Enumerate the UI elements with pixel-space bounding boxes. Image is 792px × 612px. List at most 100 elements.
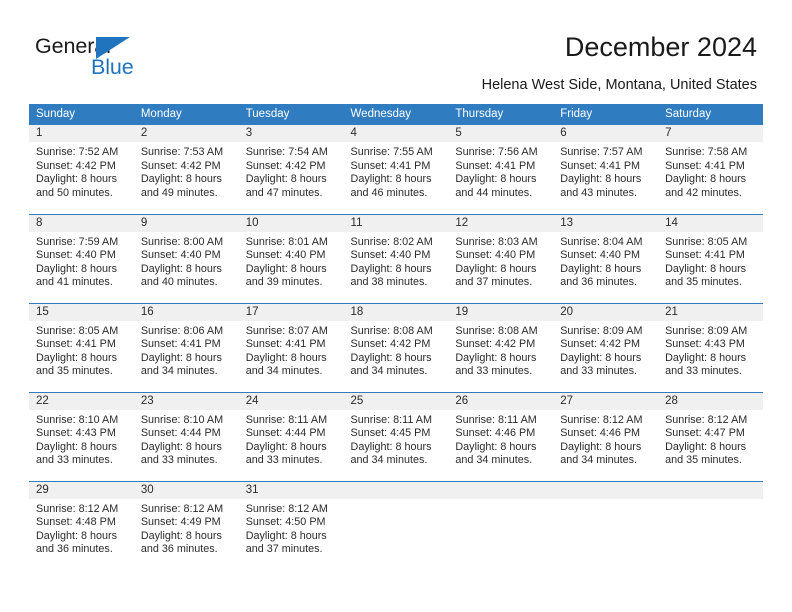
day-detail-line: Daylight: 8 hours (455, 351, 537, 364)
calendar-day-cell[interactable]: 16 Sunrise: 8:06 AM Sunset: 4:41 PM Dayligh… (133, 302, 239, 392)
day-detail-line: Sunrise: 8:12 AM (560, 413, 643, 426)
day-number: 16 (133, 303, 239, 321)
calendar-day-cell[interactable]: 13 Sunrise: 8:04 AM Sunset: 4:40 PM Dayligh… (553, 213, 659, 303)
day-detail-block: Sunrise: 8:12 AM Sunset: 4:47 PM Daylight:… (658, 410, 763, 468)
day-detail-line: Sunrise: 8:09 AM (665, 324, 748, 337)
day-detail-line: Sunrise: 7:57 AM (560, 146, 643, 158)
sunrise-sunset-calendar-table: Sunday Monday Tuesday Wednesday Thursday Frid… (29, 104, 763, 570)
calendar-day-cell[interactable]: 4 Sunrise: 7:55 AM Sunset: 4:41 PM Daylight… (343, 125, 449, 214)
day-detail-line: Daylight: 8 hours (350, 351, 432, 364)
calendar-day-cell[interactable]: 27 Sunrise: 8:12 AM Sunset: 4:46 PM Dayligh… (553, 391, 659, 481)
day-detail-block: Sunrise: 7:55 AM Sunset: 4:41 PM Daylight:… (344, 142, 449, 200)
calendar-day-cell[interactable]: 6 Sunrise: 7:57 AM Sunset: 4:41 PM Daylight… (553, 125, 659, 214)
day-detail-line: and 39 minutes. (245, 276, 323, 289)
calendar-day-cell[interactable]: 19 Sunrise: 8:08 AM Sunset: 4:42 PM Dayligh… (448, 302, 554, 392)
day-detail-line: and 34 minutes. (350, 454, 428, 467)
day-detail-line: Sunset: 4:41 PM (560, 159, 641, 172)
page-header: General Blue December 2024 Helena West S… (0, 0, 792, 104)
calendar-day-cell[interactable]: 30 Sunrise: 8:12 AM Sunset: 4:49 PM Dayligh… (133, 480, 239, 570)
day-detail-line: Sunrise: 8:12 AM (245, 502, 328, 515)
calendar-day-cell[interactable]: 22 Sunrise: 8:10 AM Sunset: 4:43 PM Dayligh… (29, 391, 134, 481)
day-detail-line: Sunset: 4:47 PM (665, 427, 745, 440)
calendar-week-row: 22 Sunrise: 8:10 AM Sunset: 4:43 PM Dayligh… (29, 391, 763, 481)
calendar-day-cell[interactable]: 29 Sunrise: 8:12 AM Sunset: 4:48 PM Dayligh… (29, 480, 134, 570)
calendar-day-cell[interactable]: 24 Sunrise: 8:11 AM Sunset: 4:44 PM Dayligh… (238, 391, 344, 481)
day-detail-line: Sunset: 4:42 PM (36, 159, 116, 172)
day-detail-line: Daylight: 8 hours (560, 440, 642, 453)
day-number: 19 (448, 303, 554, 321)
weekday-header-friday: Friday (553, 104, 659, 125)
day-detail-line: Sunset: 4:41 PM (245, 338, 326, 351)
day-detail-line: Sunset: 4:41 PM (665, 249, 745, 262)
day-detail-line: Sunrise: 8:08 AM (455, 324, 538, 337)
calendar-day-cell[interactable]: 21 Sunrise: 8:09 AM Sunset: 4:43 PM Dayligh… (658, 302, 763, 392)
day-detail-line: Sunset: 4:42 PM (245, 159, 326, 172)
day-detail-line: and 33 minutes. (455, 365, 533, 378)
weekday-header-wednesday: Wednesday (343, 104, 449, 125)
day-detail-line: Daylight: 8 hours (665, 262, 747, 275)
day-detail-line: and 35 minutes. (665, 454, 742, 467)
day-detail-line: and 35 minutes. (36, 365, 113, 378)
calendar-day-cell[interactable]: 10 Sunrise: 8:01 AM Sunset: 4:40 PM Dayligh… (238, 213, 344, 303)
calendar-day-cell[interactable]: 20 Sunrise: 8:09 AM Sunset: 4:42 PM Dayligh… (553, 302, 659, 392)
calendar-day-cell[interactable]: 3 Sunrise: 7:54 AM Sunset: 4:42 PM Daylight… (238, 125, 344, 214)
day-detail-line: Sunset: 4:40 PM (245, 249, 326, 262)
day-detail-block (344, 499, 449, 503)
day-detail-line: Daylight: 8 hours (455, 173, 537, 186)
day-number: 21 (658, 303, 763, 321)
weekday-header-monday: Monday (133, 104, 239, 125)
day-detail-line: Sunset: 4:45 PM (350, 427, 431, 440)
day-detail-line: Sunrise: 7:55 AM (350, 146, 433, 158)
calendar-day-cell[interactable]: 14 Sunrise: 8:05 AM Sunset: 4:41 PM Dayligh… (658, 213, 763, 303)
day-number: 3 (238, 125, 344, 142)
day-number: 20 (553, 303, 659, 321)
weekday-header-sunday: Sunday (29, 104, 134, 125)
calendar-day-cell[interactable]: 12 Sunrise: 8:03 AM Sunset: 4:40 PM Dayligh… (448, 213, 554, 303)
day-detail-line: and 47 minutes. (245, 186, 323, 199)
calendar-day-cell[interactable]: 8 Sunrise: 7:59 AM Sunset: 4:40 PM Daylight… (29, 213, 134, 303)
calendar-day-cell[interactable]: 25 Sunrise: 8:11 AM Sunset: 4:45 PM Dayligh… (343, 391, 449, 481)
day-detail-line: Sunset: 4:40 PM (560, 249, 641, 262)
brand-logo[interactable]: General Blue (35, 34, 255, 84)
day-detail-line: and 46 minutes. (350, 186, 428, 199)
day-detail-line: Daylight: 8 hours (245, 351, 327, 364)
day-detail-line: Sunrise: 8:01 AM (245, 235, 328, 248)
calendar-day-cell[interactable]: 23 Sunrise: 8:10 AM Sunset: 4:44 PM Dayligh… (133, 391, 239, 481)
calendar-body: 1 Sunrise: 7:52 AM Sunset: 4:42 PM Daylight… (29, 125, 763, 570)
day-detail-block: Sunrise: 8:02 AM Sunset: 4:40 PM Daylight:… (344, 232, 449, 290)
calendar-day-cell[interactable]: 1 Sunrise: 7:52 AM Sunset: 4:42 PM Daylight… (29, 125, 134, 214)
day-detail-block: Sunrise: 7:56 AM Sunset: 4:41 PM Daylight:… (448, 142, 553, 200)
day-number: 29 (29, 481, 134, 499)
day-detail-line: and 34 minutes. (350, 365, 428, 378)
day-detail-line: Daylight: 8 hours (455, 440, 537, 453)
page-title: December 2024 (564, 32, 757, 62)
day-detail-block: Sunrise: 7:54 AM Sunset: 4:42 PM Daylight:… (239, 142, 344, 200)
day-number: 24 (238, 392, 344, 410)
day-detail-line: Sunrise: 7:52 AM (36, 146, 119, 158)
calendar-day-cell[interactable]: 5 Sunrise: 7:56 AM Sunset: 4:41 PM Daylight… (448, 125, 554, 214)
day-detail-line: Sunset: 4:46 PM (560, 427, 641, 440)
day-detail-line: Sunrise: 8:08 AM (350, 324, 433, 337)
calendar-day-cell[interactable]: 17 Sunrise: 8:07 AM Sunset: 4:41 PM Dayligh… (238, 302, 344, 392)
day-detail-block: Sunrise: 8:10 AM Sunset: 4:43 PM Daylight:… (29, 410, 134, 468)
calendar-day-cell[interactable]: 2 Sunrise: 7:53 AM Sunset: 4:42 PM Daylight… (133, 125, 239, 214)
day-number: 25 (343, 392, 449, 410)
day-detail-block: Sunrise: 7:52 AM Sunset: 4:42 PM Daylight:… (29, 142, 134, 200)
calendar-day-cell[interactable]: 31 Sunrise: 8:12 AM Sunset: 4:50 PM Dayligh… (238, 480, 344, 570)
day-detail-line: and 42 minutes. (665, 186, 742, 199)
day-detail-line: Daylight: 8 hours (560, 351, 642, 364)
day-detail-line: and 34 minutes. (140, 365, 218, 378)
day-number: 26 (448, 392, 554, 410)
day-number: 17 (238, 303, 344, 321)
calendar-day-cell[interactable]: 26 Sunrise: 8:11 AM Sunset: 4:46 PM Dayligh… (448, 391, 554, 481)
calendar-day-cell[interactable]: 18 Sunrise: 8:08 AM Sunset: 4:42 PM Dayligh… (343, 302, 449, 392)
calendar-day-cell[interactable]: 9 Sunrise: 8:00 AM Sunset: 4:40 PM Daylight… (133, 213, 239, 303)
calendar-day-cell[interactable]: 7 Sunrise: 7:58 AM Sunset: 4:41 PM Daylight… (658, 125, 763, 214)
calendar-day-cell[interactable]: 11 Sunrise: 8:02 AM Sunset: 4:40 PM Dayligh… (343, 213, 449, 303)
calendar-day-cell[interactable]: 28 Sunrise: 8:12 AM Sunset: 4:47 PM Dayligh… (658, 391, 763, 481)
calendar-day-cell[interactable]: 15 Sunrise: 8:05 AM Sunset: 4:41 PM Dayligh… (29, 302, 134, 392)
day-detail-line: and 33 minutes. (140, 454, 218, 467)
brand-name-blue: Blue (91, 55, 134, 79)
day-detail-line: Daylight: 8 hours (140, 351, 222, 364)
day-detail-line: and 33 minutes. (560, 365, 638, 378)
